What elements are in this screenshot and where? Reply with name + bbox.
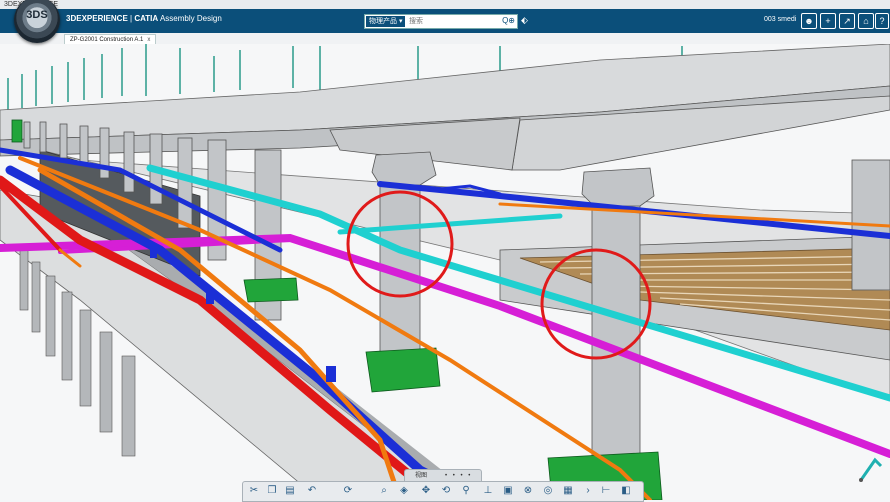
snap-icon[interactable]: ⊗ [521,484,535,498]
arrow-icon[interactable]: › [581,484,595,498]
compass-tool-icon[interactable]: ⊥ [481,484,495,498]
user-name[interactable]: 003 smedi [764,16,796,23]
action-bar: ✂ ❐ ▤ ↶ ⟳ ⌕ ◈ ✥ ⟲ ⚲ ⊥ ▣ ⊗ ◎ ▦ › ⊢ ◧ [242,481,644,502]
rotate-icon[interactable]: ⟲ [439,484,453,498]
zoom-icon[interactable]: ⌕ [377,484,391,498]
copy-icon[interactable]: ❐ [265,484,279,498]
search-icon[interactable]: Q⊕ [502,16,515,25]
brand-label: 3DEXPERIENCE [66,14,128,23]
close-icon[interactable]: x [147,37,150,43]
cut-icon[interactable]: ✂ [247,484,261,498]
grid-icon[interactable]: ▦ [561,484,575,498]
app-name: Assembly Design [159,14,222,23]
cube-icon[interactable]: ◈ [397,484,411,498]
top-bar: 3DEXPERIENCE | CATIA Assembly Design 物理产… [0,9,890,33]
paste-icon[interactable]: ▤ [283,484,297,498]
tag-icon[interactable]: ⬖ [521,15,531,25]
product-label: CATIA [134,14,159,23]
home-icon[interactable]: ⌂ [858,13,874,29]
share-icon[interactable]: ↗ [839,13,855,29]
add-icon[interactable]: + [820,13,836,29]
camera-icon[interactable]: ◎ [541,484,555,498]
3d-viewport[interactable] [0,44,890,500]
update-icon[interactable]: ⟳ [341,484,355,498]
manipulator-icon[interactable] [855,440,885,490]
render-icon[interactable]: ◧ [619,484,633,498]
app-title: 3DEXPERIENCE | CATIA Assembly Design [66,14,222,23]
help-icon[interactable]: ? [875,13,889,29]
search-part-icon[interactable]: ⚲ [459,484,473,498]
tree-icon[interactable]: ⊢ [599,484,613,498]
search-input[interactable] [409,15,493,28]
profile-icon[interactable]: ☻ [801,13,817,29]
undo-icon[interactable]: ↶ [305,484,319,498]
search-scope-dropdown[interactable]: 物理产品 ▾ [366,16,406,27]
box-icon[interactable]: ▣ [501,484,515,498]
bridge-model [0,44,890,500]
tab-label: ZP-G2001 Construction A.1 [70,37,144,43]
pan-icon[interactable]: ✥ [419,484,433,498]
search-box[interactable]: 物理产品 ▾ Q⊕ [364,14,518,29]
